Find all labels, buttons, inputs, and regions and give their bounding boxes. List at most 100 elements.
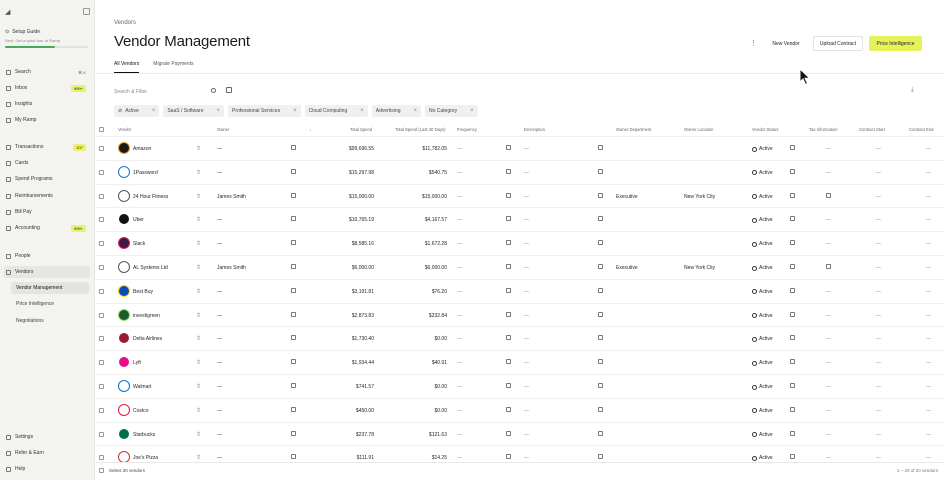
table-row[interactable]: Uber ⇧ — $10,765.19 $4,167.57 — — Active — — — <box>95 207 944 231</box>
edit-owner-icon[interactable] <box>291 383 296 388</box>
row-checkbox[interactable] <box>99 407 104 413</box>
share-icon[interactable]: ⇧ <box>196 454 201 461</box>
edit-frequency-icon[interactable] <box>506 287 511 293</box>
share-icon[interactable]: ⇧ <box>196 169 201 176</box>
edit-status-icon[interactable] <box>790 145 795 150</box>
edit-description-icon[interactable] <box>598 287 603 293</box>
share-icon[interactable]: ⇧ <box>196 264 201 271</box>
vendor-name[interactable]: Delta Airlines <box>133 336 162 342</box>
edit-frequency-icon[interactable] <box>506 216 511 222</box>
edit-frequency-icon[interactable] <box>506 240 511 246</box>
vendor-name[interactable]: AL Systems Ltd <box>133 265 168 271</box>
edit-status-icon[interactable] <box>790 454 795 460</box>
edit-owner-icon[interactable] <box>291 335 296 341</box>
remove-filter-icon[interactable]: × <box>216 108 220 114</box>
col-description[interactable]: Description <box>524 127 545 132</box>
sort-arrow-icon[interactable]: ↓ <box>309 127 311 132</box>
remove-filter-icon[interactable]: × <box>360 108 364 114</box>
edit-description-icon[interactable] <box>598 430 603 436</box>
edit-description-icon[interactable] <box>598 383 603 388</box>
row-checkbox[interactable] <box>99 360 104 366</box>
col-total-spend-30[interactable]: Total Spend (Last 30 Days) <box>395 127 446 132</box>
price-intelligence-button[interactable]: Price Intelligence <box>869 36 922 51</box>
edit-description-icon[interactable] <box>598 406 603 412</box>
select-vendors-label[interactable]: Select 20 vendors <box>109 468 145 473</box>
export-icon[interactable]: ⤓ <box>911 87 914 94</box>
edit-frequency-icon[interactable] <box>506 335 511 341</box>
sidebar-item-help[interactable]: Help <box>4 463 90 475</box>
table-row[interactable]: 24 Hour Fitness ⇧ James Smith $15,000.00 $15… <box>95 183 944 208</box>
vendor-name[interactable]: Lyft <box>133 360 141 366</box>
filter-chip[interactable]: SaaS / Software × <box>163 105 224 117</box>
edit-frequency-icon[interactable] <box>506 454 511 460</box>
edit-frequency-icon[interactable] <box>506 406 511 412</box>
table-row[interactable]: Best Buy ⇧ — $3,191.81 $76.20 — — Active — — — <box>95 278 944 303</box>
edit-owner-icon[interactable] <box>291 454 296 460</box>
sidebar-item-people[interactable]: People <box>4 250 90 262</box>
select-all-checkbox[interactable] <box>99 127 104 132</box>
edit-status-icon[interactable] <box>790 192 795 198</box>
upload-contract-button[interactable]: Upload Contract <box>813 36 863 51</box>
sidebar-item-settings[interactable]: Settings <box>4 431 90 443</box>
edit-tax-icon[interactable] <box>826 192 831 198</box>
row-checkbox[interactable] <box>99 217 104 223</box>
edit-frequency-icon[interactable] <box>506 145 511 150</box>
search-input[interactable]: Search & Filter <box>114 87 218 96</box>
col-vendor-status[interactable]: Vendor Status <box>752 127 778 132</box>
tab-migrate-payments[interactable]: Migrate Payments <box>153 61 193 73</box>
vendor-name[interactable]: Amazon <box>133 146 151 152</box>
edit-description-icon[interactable] <box>598 192 603 198</box>
share-icon[interactable]: ⇧ <box>196 240 201 247</box>
edit-frequency-icon[interactable] <box>506 264 511 269</box>
edit-status-icon[interactable] <box>790 311 795 317</box>
share-icon[interactable]: ⇧ <box>196 335 201 342</box>
share-icon[interactable]: ⇧ <box>196 145 201 152</box>
sidebar-subitem-price-intelligence[interactable]: Price Intelligence <box>11 298 89 310</box>
table-row[interactable]: Slack ⇧ — $8,585.16 $1,672.28 — — Active — — — <box>95 231 944 255</box>
sidebar-subitem-vendor-management[interactable]: Vendor Management <box>11 282 89 294</box>
share-icon[interactable]: ⇧ <box>196 407 201 414</box>
edit-status-icon[interactable] <box>790 168 795 174</box>
row-checkbox[interactable] <box>99 193 104 199</box>
share-icon[interactable]: ⇧ <box>196 216 201 223</box>
setup-guide[interactable]: ⊙ Setup Guide Next: Get a quick tour of R… <box>5 29 88 48</box>
edit-owner-icon[interactable] <box>291 264 296 269</box>
filter-chip[interactable]: No Category × <box>425 105 478 117</box>
vendor-name[interactable]: Starbucks <box>133 432 155 438</box>
row-checkbox[interactable] <box>99 169 104 175</box>
edit-owner-icon[interactable] <box>291 287 296 293</box>
edit-description-icon[interactable] <box>598 216 603 222</box>
new-vendor-button[interactable]: New Vendor <box>765 36 807 51</box>
row-checkbox[interactable] <box>99 241 104 247</box>
edit-status-icon[interactable] <box>790 359 795 365</box>
table-row[interactable]: Costco ⇧ — $450.00 $0.00 — — Active — — — <box>95 397 944 422</box>
edit-frequency-icon[interactable] <box>506 383 511 388</box>
filter-chip[interactable]: Advertising × <box>371 105 421 117</box>
sidebar-subitem-negotiations[interactable]: Negotiations <box>11 315 89 327</box>
tab-all-vendors[interactable]: All Vendors <box>114 61 140 73</box>
col-total-spend[interactable]: Total Spend <box>350 127 372 132</box>
col-owner-location[interactable]: Owner Location <box>684 127 713 132</box>
sidebar-item-bill-pay[interactable]: Bill Pay <box>4 206 90 218</box>
collapse-sidebar-icon[interactable] <box>83 8 90 15</box>
vendor-name[interactable]: Best Buy <box>133 289 153 295</box>
edit-owner-icon[interactable] <box>291 145 296 150</box>
sidebar-item-spend-programs[interactable]: Spend Programs <box>4 173 90 185</box>
sidebar-item-reimbursements[interactable]: Reimbursements <box>4 190 90 202</box>
table-row[interactable]: Delta Airlines ⇧ — $1,730.40 $0.00 — — Active — —… <box>95 326 944 350</box>
edit-owner-icon[interactable] <box>291 216 296 222</box>
remove-filter-icon[interactable]: × <box>293 108 297 114</box>
table-row[interactable]: Walmart ⇧ — $741.57 $0.00 — — Active — — — <box>95 374 944 398</box>
col-owner-department[interactable]: Owner Department <box>616 127 651 132</box>
col-tax-information[interactable]: Tax Information <box>809 127 838 132</box>
edit-description-icon[interactable] <box>598 359 603 365</box>
vendor-name[interactable]: Costco <box>133 408 149 414</box>
edit-frequency-icon[interactable] <box>506 311 511 317</box>
vendor-name[interactable]: Slack <box>133 241 145 247</box>
edit-status-icon[interactable] <box>790 287 795 293</box>
edit-status-icon[interactable] <box>790 240 795 246</box>
edit-status-icon[interactable] <box>790 264 795 269</box>
edit-description-icon[interactable] <box>598 145 603 150</box>
remove-filter-icon[interactable]: × <box>470 108 474 114</box>
select-all-footer-checkbox[interactable] <box>99 468 104 473</box>
